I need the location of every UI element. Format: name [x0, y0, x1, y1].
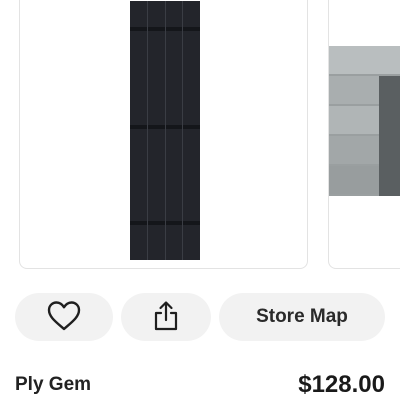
shutter-groove [182, 1, 183, 260]
share-icon [152, 300, 180, 335]
next-product-image-card[interactable] [328, 0, 400, 269]
shutter-groove [147, 1, 148, 260]
heart-icon [46, 300, 82, 335]
product-actions: Store Map [0, 293, 400, 343]
share-button[interactable] [121, 293, 211, 341]
siding-product-image [329, 46, 400, 196]
shutter-groove [165, 1, 166, 260]
store-map-button[interactable]: Store Map [219, 293, 385, 341]
product-image-carousel[interactable] [0, 0, 400, 270]
shutter-product-image [130, 1, 200, 260]
product-brand: Ply Gem [15, 374, 92, 395]
product-image-card[interactable] [19, 0, 308, 269]
product-price: $128.00 [298, 371, 385, 398]
siding-board [329, 46, 400, 74]
siding-shadow [379, 76, 400, 196]
favorite-button[interactable] [15, 293, 113, 341]
store-map-label: Store Map [256, 306, 348, 327]
